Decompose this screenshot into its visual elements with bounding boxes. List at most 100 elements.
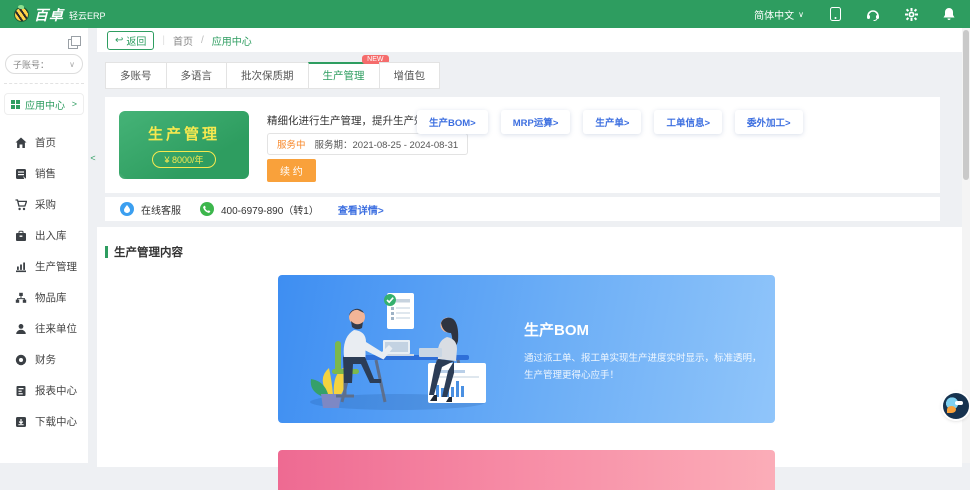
- product-panel: 生产管理 ¥ 8000/年 精细化进行生产管理，提升生产效率 服务中 服务期：2…: [105, 97, 940, 193]
- app-center-label: 应用中心: [25, 97, 65, 112]
- headset-icon[interactable]: [866, 7, 880, 21]
- quick-link-outsourcing[interactable]: 委外加工>: [735, 110, 803, 134]
- mobile-app-icon[interactable]: [828, 7, 842, 21]
- banner-title: 生产BOM: [524, 319, 764, 340]
- scrollbar-thumb[interactable]: [963, 30, 969, 180]
- service-phone: 400-6979-890（转1）: [221, 202, 319, 217]
- back-label: 返回: [126, 33, 146, 48]
- sub-account-select[interactable]: 子账号： ∨: [5, 54, 83, 74]
- breadcrumb-current: 应用中心: [212, 33, 252, 48]
- section-title-bar: [105, 246, 108, 258]
- sidebar-item-partners[interactable]: 往来单位: [0, 313, 88, 344]
- sidebar-item-label: 物品库: [35, 290, 67, 305]
- sales-icon: [15, 168, 27, 180]
- sidebar-item-production[interactable]: 生产管理: [0, 251, 88, 282]
- section-title-text: 生产管理内容: [114, 244, 183, 260]
- quick-links: 生产BOM> MRP运算> 生产单> 工单信息> 委外加工>: [417, 110, 803, 134]
- brand-subname: 轻云ERP: [69, 11, 106, 22]
- product-card: 生产管理 ¥ 8000/年: [119, 111, 249, 179]
- brand-name: 百卓: [34, 8, 64, 22]
- production-icon: [15, 261, 27, 273]
- online-service-label[interactable]: 在线客服: [141, 202, 181, 217]
- sidebar-item-reports[interactable]: 报表中心: [0, 375, 88, 406]
- sidebar-collapse-icon[interactable]: [68, 36, 80, 48]
- sidebar-item-finance[interactable]: 财务: [0, 344, 88, 375]
- sidebar-item-label: 报表中心: [35, 383, 77, 398]
- sidebar-menu: 首页 销售 采购 出入库 生产管理 物品库 往来单位 财务: [0, 127, 88, 437]
- sidebar-item-label: 采购: [35, 197, 56, 212]
- sidebar-item-label: 财务: [35, 352, 56, 367]
- tab-multi-language[interactable]: 多语言: [166, 62, 228, 89]
- breadcrumb-separator: /: [201, 35, 204, 46]
- sidebar-item-purchase[interactable]: 采购: [0, 189, 88, 220]
- tab-label: 批次保质期: [241, 70, 294, 82]
- product-card-title: 生产管理: [148, 123, 220, 144]
- brand-logo: 百卓 轻云ERP: [14, 7, 106, 22]
- sidebar-item-items-library[interactable]: 物品库: [0, 282, 88, 313]
- bee-logo-icon: [14, 7, 29, 22]
- gear-icon[interactable]: [904, 7, 918, 21]
- finance-icon: [15, 354, 27, 366]
- tab-production-management[interactable]: 生产管理 NEW: [308, 62, 380, 89]
- quick-link-production-bom[interactable]: 生产BOM>: [417, 110, 488, 134]
- section-title: 生产管理内容: [105, 244, 962, 260]
- chevron-right-icon: >: [72, 99, 77, 109]
- language-selector[interactable]: 简体中文 ∨: [754, 7, 804, 22]
- quick-link-production-order[interactable]: 生产单>: [583, 110, 641, 134]
- renew-button[interactable]: 续 约: [267, 159, 316, 182]
- back-arrow-icon: ↩: [115, 35, 123, 46]
- download-icon: [15, 416, 27, 428]
- sidebar-item-downloads[interactable]: 下载中心: [0, 406, 88, 437]
- main-area: ↩ 返回 | 首页 / 应用中心 多账号 多语言 批次保质期 生产管理 NEW …: [97, 28, 970, 463]
- sidebar-item-home[interactable]: 首页: [0, 127, 88, 158]
- home-icon: [15, 137, 27, 149]
- quick-link-mrp[interactable]: MRP运算>: [501, 110, 571, 134]
- divider: [4, 83, 84, 84]
- tab-label: 多语言: [181, 70, 213, 82]
- production-bom-banner: 生产BOM 通过派工单、报工单实现生产进度实时显示，标准透明，生产管理更得心应手…: [278, 275, 775, 423]
- tabs-band: 多账号 多语言 批次保质期 生产管理 NEW 增值包: [97, 52, 970, 97]
- report-icon: [15, 385, 27, 397]
- tab-value-added-pack[interactable]: 增值包: [379, 62, 441, 89]
- view-details-link[interactable]: 查看详情>: [338, 202, 384, 217]
- app-header: 百卓 轻云ERP 简体中文 ∨: [0, 0, 970, 28]
- warehouse-icon: [15, 230, 27, 242]
- tab-label: 生产管理: [323, 70, 365, 82]
- service-status-pill: 服务中 服务期：2021-08-25 - 2024-08-31: [267, 133, 468, 155]
- cart-icon: [15, 199, 27, 211]
- tab-batch-shelf-life[interactable]: 批次保质期: [226, 62, 309, 89]
- content-section: 生产管理内容: [97, 227, 962, 467]
- quick-link-work-order-info[interactable]: 工单信息>: [654, 110, 722, 134]
- sidebar-item-label: 出入库: [35, 228, 67, 243]
- tab-multi-account[interactable]: 多账号: [105, 62, 167, 89]
- banner-illustration: [288, 275, 503, 423]
- sidebar-item-sales[interactable]: 销售: [0, 158, 88, 189]
- customer-service-bar: 在线客服 400-6979-890（转1） 查看详情>: [105, 197, 940, 221]
- back-button[interactable]: ↩ 返回: [107, 31, 154, 50]
- sidebar-item-label: 下载中心: [35, 414, 77, 429]
- tabs: 多账号 多语言 批次保质期 生产管理 NEW 增值包: [105, 62, 970, 89]
- sidebar-item-label: 往来单位: [35, 321, 77, 336]
- chevron-down-icon: ∨: [798, 10, 804, 19]
- product-description: 精细化进行生产管理，提升生产效率: [267, 113, 435, 128]
- breadcrumb-home[interactable]: 首页: [173, 33, 193, 48]
- sidebar: 子账号： ∨ 应用中心 > 首页 销售 采购 出入库 生产管理 物品库: [0, 28, 88, 463]
- language-label: 简体中文: [754, 7, 794, 22]
- sidebar-item-inventory-io[interactable]: 出入库: [0, 220, 88, 251]
- status-badge: 服务中: [277, 137, 306, 151]
- app-grid-icon: [11, 100, 20, 109]
- service-period: 服务期：2021-08-25 - 2024-08-31: [315, 137, 459, 151]
- sidebar-collapse-handle[interactable]: <: [88, 146, 98, 170]
- sidebar-item-label: 首页: [35, 135, 56, 150]
- tab-label: 增值包: [394, 70, 426, 82]
- sidebar-item-label: 生产管理: [35, 259, 77, 274]
- online-service-icon[interactable]: [120, 202, 134, 216]
- breadcrumb: ↩ 返回 | 首页 / 应用中心: [97, 28, 970, 52]
- items-icon: [15, 292, 27, 304]
- tab-label: 多账号: [120, 70, 152, 82]
- phone-icon: [200, 202, 214, 216]
- bell-icon[interactable]: [942, 7, 956, 21]
- sub-account-label: 子账号：: [13, 58, 49, 71]
- sidebar-item-app-center[interactable]: 应用中心 >: [4, 93, 84, 115]
- service-mascot-widget[interactable]: [943, 393, 969, 419]
